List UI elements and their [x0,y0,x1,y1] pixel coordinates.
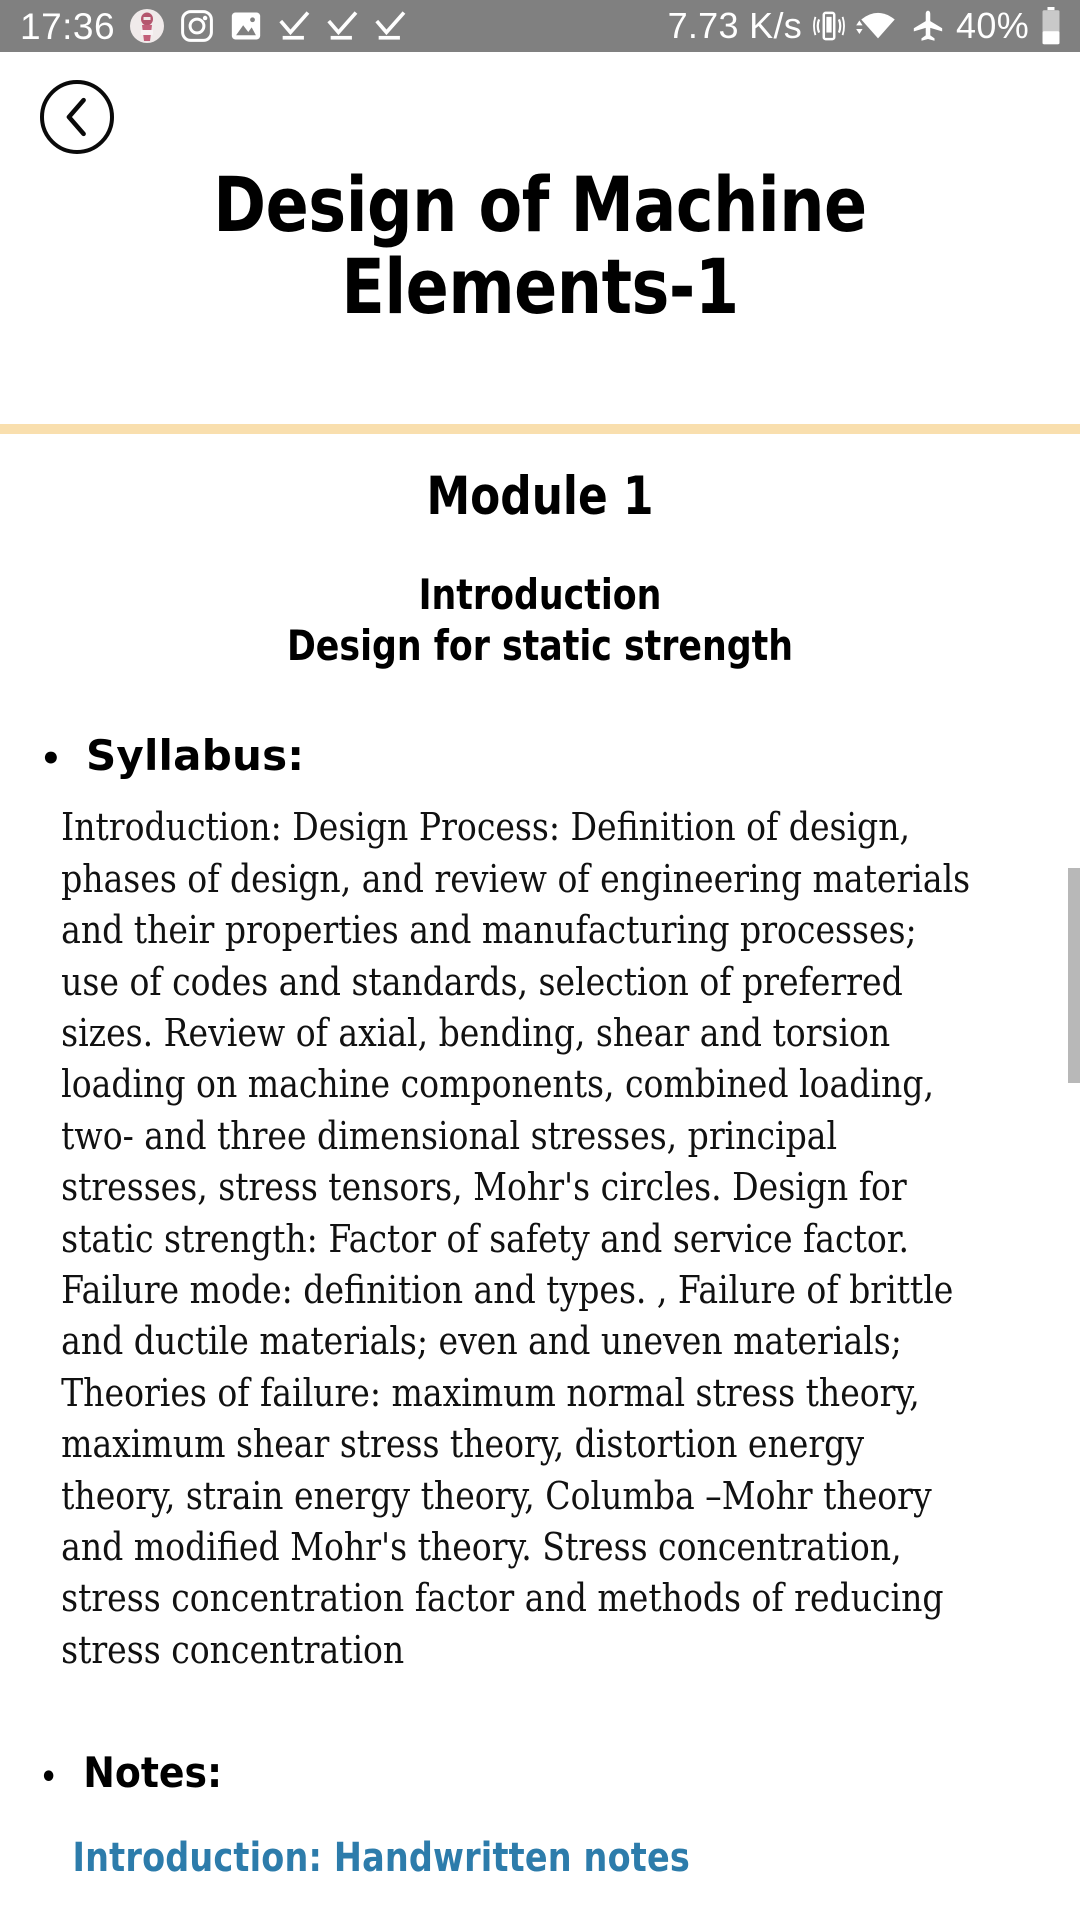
topic-subheading-line-2: Design for static strength [286,621,794,671]
airplane-mode-icon [911,9,945,43]
app-avatar-icon [129,8,165,44]
status-bar-left-group: 17:36 [20,8,407,45]
download-complete-icon-1 [277,9,311,43]
gallery-image-icon [229,9,263,43]
bullet-dot-icon: • [40,1760,58,1796]
notes-heading-label: Notes: [83,1748,223,1798]
page-title: Design of Machine Elements-1 [213,160,867,332]
status-bar: 17:36 7.73 K/s 40% [0,0,1080,52]
scrollbar-thumb[interactable] [1068,868,1080,1083]
module-heading: Module 1 [426,466,654,527]
topic-subheading: Introduction Design for static strength [43,569,1037,671]
topic-subheading-line-1: Introduction [418,570,662,619]
wifi-icon [856,10,900,42]
note-link-introduction-handwritten[interactable]: Introduction: Handwritten notes [0,1835,1004,1881]
back-button[interactable] [40,80,114,154]
download-complete-icon-2 [325,9,359,43]
syllabus-heading-label: Syllabus: [85,731,305,781]
syllabus-body-text: Introduction: Design Process: Definition… [61,805,971,1673]
content-scroll-area[interactable]: Module 1 Introduction Design for static … [0,434,1080,1920]
battery-percent-label: 40% [956,5,1029,46]
notes-heading: • Notes: [0,1748,1080,1797]
vibrate-icon [813,9,846,43]
scrollbar-track[interactable] [1068,434,1080,1920]
download-complete-icon-3 [373,9,407,43]
network-speed-label: 7.73 K/s [667,5,803,46]
status-bar-right-group: 7.73 K/s 40% [668,7,1062,45]
status-bar-clock: 17:36 [20,5,116,47]
syllabus-heading: • Syllabus: [0,731,1080,780]
chevron-left-icon [66,97,86,137]
battery-icon [1040,7,1062,45]
app-header: Design of Machine Elements-1 [0,52,1080,432]
instagram-icon [179,8,215,44]
bullet-dot-icon: • [40,739,62,780]
section-divider [0,424,1080,434]
